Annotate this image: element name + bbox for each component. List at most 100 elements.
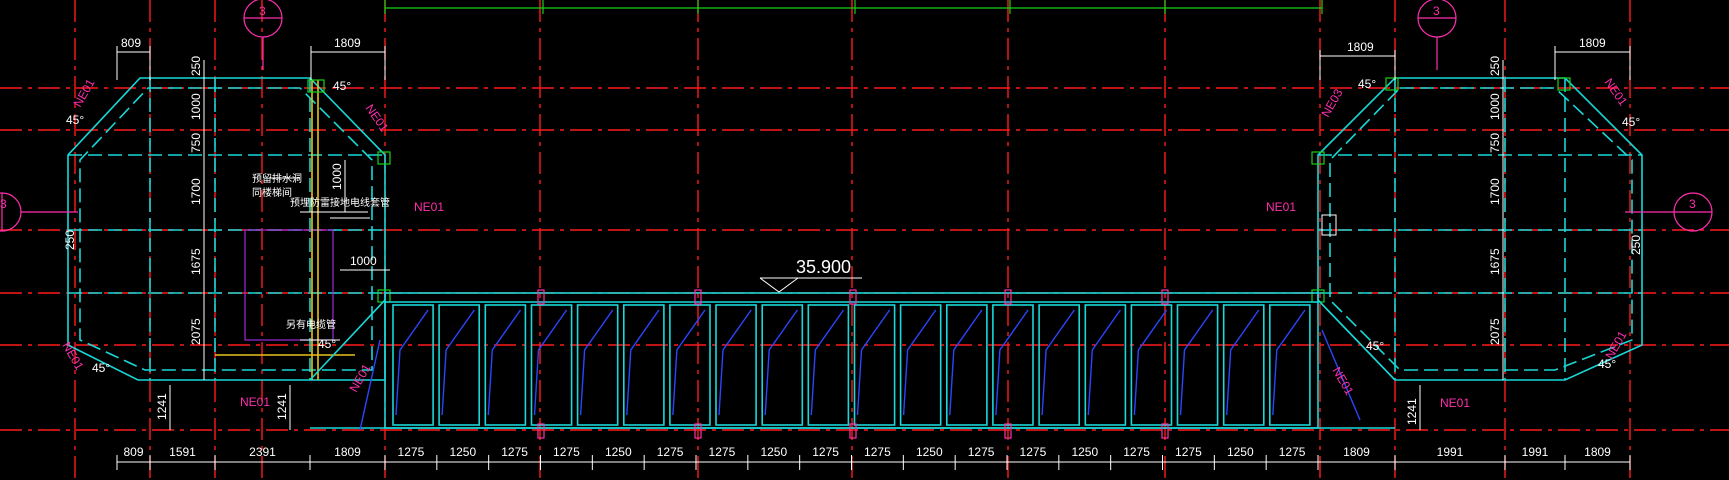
svg-text:45°: 45° (92, 361, 110, 375)
svg-text:1675: 1675 (189, 248, 203, 275)
svg-text:1241: 1241 (275, 393, 289, 420)
top-dimension-line (384, 0, 1323, 14)
bottom-dimension-label: 1250 (916, 445, 943, 459)
bottom-dimension-label: 2391 (249, 445, 276, 459)
panel-diagonal (1226, 309, 1260, 416)
panel-diagonal (856, 309, 891, 416)
panel-diagonal (1041, 309, 1075, 416)
bottom-dimension-label: 809 (123, 445, 143, 459)
elevation-text: 35.900 (796, 257, 851, 277)
svg-text:3: 3 (1689, 197, 1696, 211)
tag-ne01-left-right: NE01 (414, 200, 444, 214)
svg-text:1000: 1000 (350, 254, 377, 268)
bottom-dimension-texts: 809 1591 2391 1809 1275 1250 1275 1275 1250 1275 1… (116, 445, 1631, 470)
bottom-dimension-label: 1275 (501, 445, 528, 459)
panel-diagonal (395, 309, 429, 416)
bottom-dimension-label: 1250 (1227, 445, 1254, 459)
panel-diagonal (487, 309, 522, 416)
svg-text:809: 809 (121, 36, 141, 50)
panel-diagonal (949, 309, 983, 416)
bottom-dimension-label: 1591 (169, 445, 196, 459)
structural-plan-drawing: 35.900 3 3 3 3 809 1809 1809 1809 1000 2… (0, 0, 1729, 480)
bottom-dimension-label: 1275 (1175, 445, 1202, 459)
svg-text:3: 3 (259, 4, 266, 18)
svg-text:250: 250 (1488, 56, 1502, 76)
panel-diagonal (1087, 309, 1121, 416)
svg-text:250: 250 (1629, 235, 1643, 255)
bottom-dimension-label: 1275 (553, 445, 580, 459)
left-stair-block (67, 77, 391, 381)
panel-diagonal (810, 309, 845, 416)
bottom-dimension-label: 1275 (1123, 445, 1150, 459)
bottom-dimension-label: 1250 (605, 445, 632, 459)
svg-text:45°: 45° (1358, 77, 1376, 91)
svg-text:45°: 45° (1598, 357, 1616, 371)
tag-ne01-right-top: NE01 (1602, 76, 1631, 109)
svg-text:750: 750 (1488, 133, 1502, 153)
svg-text:1000: 1000 (189, 93, 203, 120)
svg-text:2075: 2075 (1488, 318, 1502, 345)
panel-diagonal (764, 309, 798, 416)
svg-text:1809: 1809 (1579, 36, 1606, 50)
svg-text:同楼梯间: 同楼梯间 (252, 186, 292, 199)
tag-ne01-strip-right: NE01 (1329, 365, 1356, 398)
svg-text:3: 3 (1433, 4, 1440, 18)
bottom-dimension-label: 1275 (968, 445, 995, 459)
left-vertical-dimensions: 250 1000 750 1700 1675 2075 (189, 56, 205, 380)
bottom-dimension-label: 1250 (1071, 445, 1098, 459)
tag-ne01-right-lower: NE01 (1440, 396, 1470, 410)
svg-text:1000: 1000 (1488, 93, 1502, 120)
bottom-dimension-label: 1250 (760, 445, 787, 459)
svg-text:45°: 45° (333, 79, 351, 93)
svg-text:45°: 45° (1366, 339, 1384, 353)
svg-text:1809: 1809 (1347, 40, 1374, 54)
panel-diagonal (1133, 309, 1168, 416)
svg-text:250: 250 (63, 230, 77, 250)
svg-text:1700: 1700 (189, 178, 203, 205)
svg-text:2075: 2075 (189, 318, 203, 345)
panel-diagonal (902, 309, 937, 416)
bottom-dimension-label: 1275 (709, 445, 736, 459)
tag-ne01-right-left: NE01 (1266, 200, 1296, 214)
panel-diagonal (441, 309, 475, 416)
panel-diagonal (1179, 309, 1214, 416)
annotation-notes: 预留排水洞 同楼梯间 预埋防雷接地电线套管 另有电缆管 (252, 172, 390, 331)
bottom-dimension-label: 1991 (1522, 445, 1549, 459)
svg-text:250: 250 (189, 56, 203, 76)
svg-text:750: 750 (189, 133, 203, 153)
bottom-dimension-label: 1275 (864, 445, 891, 459)
panel-diagonal (995, 309, 1029, 416)
bottom-dimension-label: 1250 (449, 445, 476, 459)
elevation-marker: 35.900 (759, 257, 862, 293)
svg-text:3: 3 (0, 197, 7, 211)
svg-text:45°: 45° (1622, 115, 1640, 129)
tag-ne03-right-top: NE03 (1318, 86, 1345, 119)
svg-text:45°: 45° (66, 113, 84, 127)
bottom-dimension-label: 1809 (1584, 445, 1611, 459)
bottom-dimension-label: 1275 (398, 445, 425, 459)
svg-text:另有电缆管: 另有电缆管 (286, 318, 336, 331)
bottom-dimension-label: 1809 (334, 445, 361, 459)
panel-diagonal (718, 309, 752, 416)
bottom-dimension-label: 1275 (1020, 445, 1047, 459)
svg-text:1675: 1675 (1488, 248, 1502, 275)
svg-text:1809: 1809 (334, 36, 361, 50)
svg-text:1241: 1241 (1405, 398, 1419, 425)
right-vertical-dimensions: 250 1000 750 1700 1675 2075 (1488, 56, 1504, 380)
bottom-dimension-label: 1275 (657, 445, 684, 459)
svg-text:1000: 1000 (330, 163, 344, 190)
svg-text:1700: 1700 (1488, 178, 1502, 205)
bottom-dimension-label: 1809 (1343, 445, 1370, 459)
svg-text:1241: 1241 (155, 393, 169, 420)
svg-text:预埋防雷接地电线套管: 预埋防雷接地电线套管 (290, 196, 390, 209)
panel-diagonal (1272, 309, 1306, 416)
panel-diagonal (672, 309, 706, 416)
tag-ne01-left-lower: NE01 (240, 395, 270, 409)
panel-diagonal (579, 309, 614, 416)
svg-text:预留排水洞: 预留排水洞 (252, 172, 302, 185)
svg-text:45°: 45° (318, 337, 336, 351)
bottom-dimension-label: 1275 (1279, 445, 1306, 459)
right-stair-block (1311, 77, 1643, 381)
bottom-dimension-label: 1275 (812, 445, 839, 459)
top-dimensions: 809 1809 1809 1809 1000 (116, 36, 1631, 271)
